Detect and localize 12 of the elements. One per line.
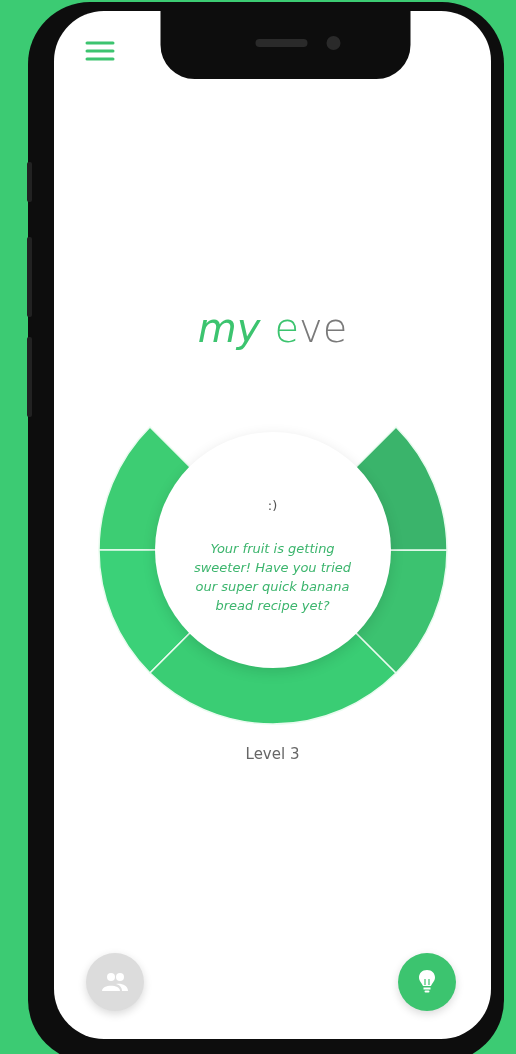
message-text: Your fruit is getting sweeter! Have you tried our super quick banana bread recipe yet? <box>192 540 353 615</box>
menu-button[interactable] <box>85 40 115 62</box>
people-icon <box>101 972 129 992</box>
logo-text: ve <box>299 304 348 353</box>
lightbulb-icon <box>418 969 436 995</box>
tips-button[interactable] <box>398 953 456 1011</box>
logo-text: e <box>274 304 299 353</box>
level-label: Level 3 <box>245 745 300 763</box>
menu-icon <box>85 40 115 62</box>
smiley-text: :) <box>267 498 278 513</box>
logo-text: my <box>197 304 261 353</box>
people-button[interactable] <box>86 953 144 1011</box>
